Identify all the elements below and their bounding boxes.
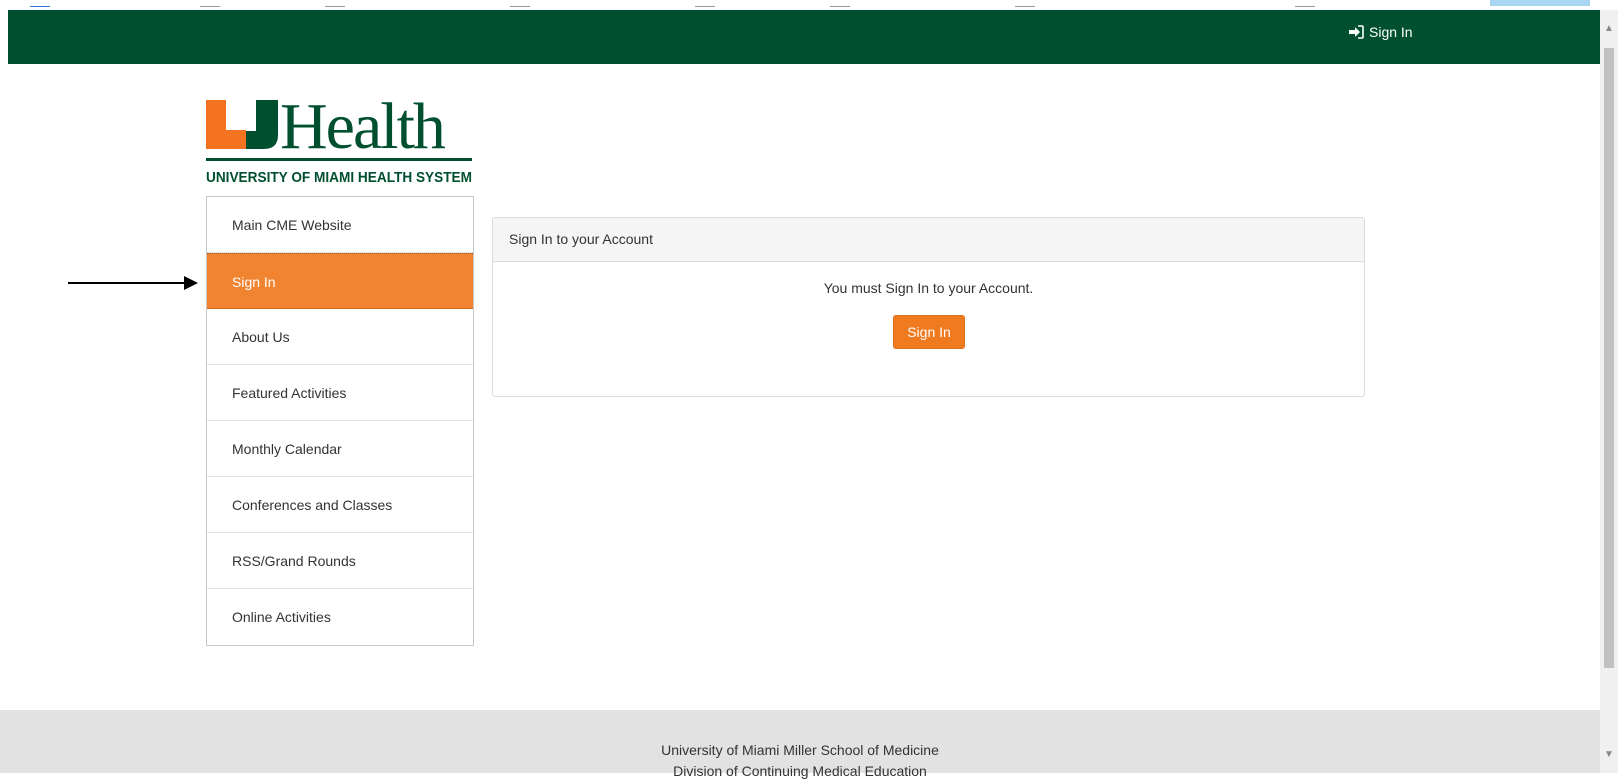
strip-mark xyxy=(1295,6,1315,7)
sidebar-item-about-us[interactable]: About Us xyxy=(207,309,473,365)
footer-line-school: University of Miami Miller School of Med… xyxy=(661,742,939,758)
sidebar-item-rss-grand-rounds[interactable]: RSS/Grand Rounds xyxy=(207,533,473,589)
strip-mark xyxy=(325,6,345,7)
sidebar-item-featured-activities[interactable]: Featured Activities xyxy=(207,365,473,421)
sidebar-item-main-cme-website[interactable]: Main CME Website xyxy=(207,197,473,253)
sidebar-item-sign-in[interactable]: Sign In xyxy=(207,253,473,309)
sidebar-item-conferences-and-classes[interactable]: Conferences and Classes xyxy=(207,477,473,533)
page-footer: University of Miami Miller School of Med… xyxy=(0,710,1600,779)
sign-in-icon xyxy=(1349,25,1364,39)
panel-message: You must Sign In to your Account. xyxy=(823,280,1034,296)
navbar-sign-in-link[interactable]: Sign In xyxy=(1348,24,1413,40)
strip-mark xyxy=(200,6,220,7)
strip-mark xyxy=(695,6,715,7)
scroll-down-icon[interactable]: ▼ xyxy=(1604,750,1614,760)
footer-line-division: Division of Continuing Medical Education xyxy=(673,763,927,779)
sidebar-nav: Main CME Website Sign In About Us Featur… xyxy=(206,196,474,646)
sidebar-item-online-activities[interactable]: Online Activities xyxy=(207,589,473,645)
strip-mark xyxy=(1015,6,1035,7)
sign-in-button[interactable]: Sign In xyxy=(893,315,965,349)
scroll-up-icon[interactable]: ▲ xyxy=(1604,24,1614,34)
uhealth-logo[interactable]: Health UNIVERSITY OF MIAMI HEALTH SYSTEM xyxy=(206,95,472,189)
logo-orange-shape xyxy=(206,100,246,149)
annotation-arrow xyxy=(68,276,198,290)
strip-mark xyxy=(510,6,530,7)
panel-title: Sign In to your Account xyxy=(493,218,1364,262)
scrollbar-thumb[interactable] xyxy=(1604,48,1614,668)
sidebar-item-monthly-calendar[interactable]: Monthly Calendar xyxy=(207,421,473,477)
strip-mark xyxy=(30,6,50,7)
strip-mark xyxy=(1490,0,1590,6)
logo-tagline: UNIVERSITY OF MIAMI HEALTH SYSTEM xyxy=(206,169,472,186)
browser-top-strip xyxy=(0,0,1618,10)
vertical-scrollbar[interactable]: ▲ ▼ xyxy=(1600,10,1618,773)
top-navbar: Sign In xyxy=(8,10,1600,64)
sign-in-panel: Sign In to your Account You must Sign In… xyxy=(492,217,1365,397)
strip-mark xyxy=(830,6,850,7)
navbar-sign-in-label: Sign In xyxy=(1369,24,1413,40)
logo-wordmark: Health xyxy=(280,95,446,163)
logo-green-shape xyxy=(246,100,278,149)
logo-rule xyxy=(206,158,472,161)
